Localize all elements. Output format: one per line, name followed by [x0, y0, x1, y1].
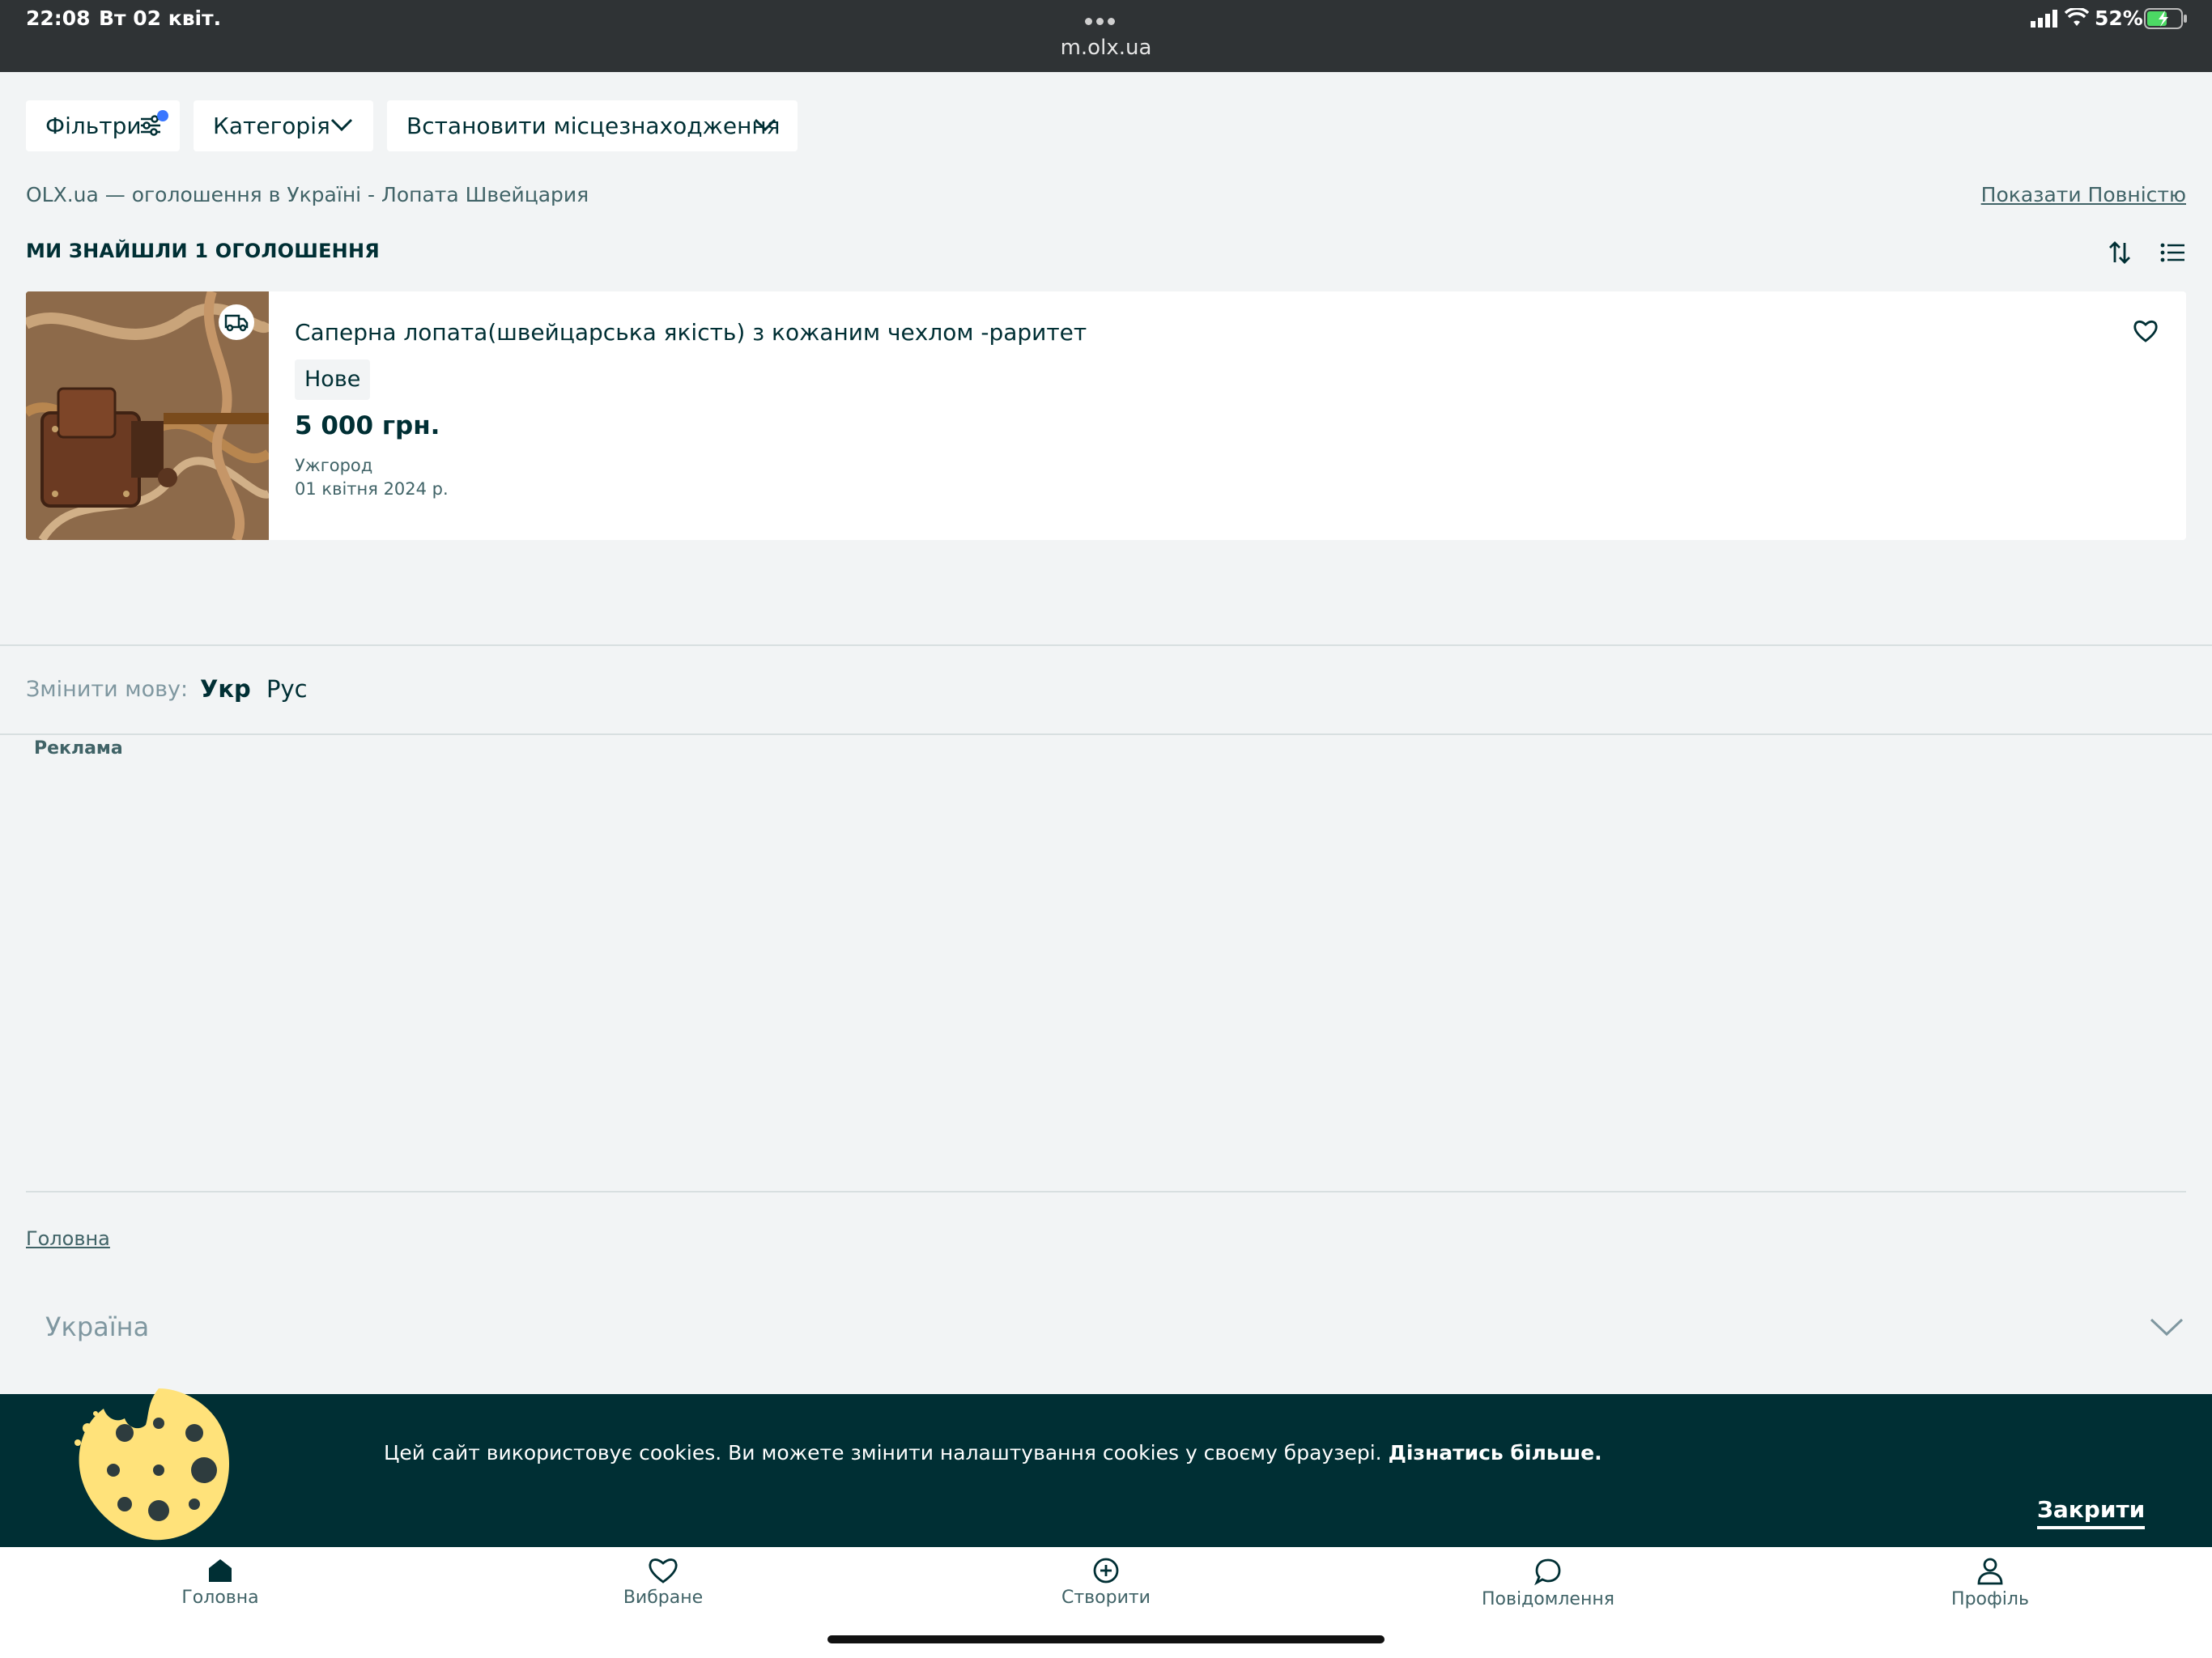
listing-price: 5 000 грн.: [295, 411, 440, 440]
more-dots-icon[interactable]: [1085, 13, 1127, 25]
search-title: OLX.ua — оголошення в Україні - Лопата Ш…: [26, 183, 589, 206]
cookie-banner: Цей сайт використовує cookies. Ви можете…: [0, 1388, 2212, 1547]
listing-city: Ужгород: [295, 456, 373, 475]
nav-profile-label: Профіль: [1951, 1589, 2029, 1609]
section-divider: [0, 644, 2212, 646]
battery-percent: 52%: [2095, 6, 2143, 30]
nav-profile[interactable]: Профіль: [1893, 1557, 2087, 1609]
listing-date: 01 квітня 2024 р.: [295, 479, 449, 499]
results-count: МИ ЗНАЙШЛИ 1 ОГОЛОШЕННЯ: [26, 240, 380, 262]
plus-circle-icon: [1093, 1558, 1119, 1584]
sort-icon[interactable]: [2107, 240, 2133, 266]
nav-home[interactable]: Головна: [123, 1557, 317, 1608]
ad-label: Реклама: [34, 738, 123, 759]
listing-title[interactable]: Саперна лопата(швейцарська якість) з кож…: [295, 319, 1087, 346]
filters-active-badge: [157, 110, 168, 121]
battery-icon: [2144, 8, 2187, 29]
chevron-down-icon[interactable]: [2149, 1315, 2184, 1339]
cookie-text: Цей сайт використовує cookies. Ви можете…: [384, 1441, 1602, 1465]
chat-bubble-icon: [1534, 1558, 1561, 1586]
location-label: Встановити місцезнаходження: [406, 113, 781, 139]
filters-label: Фільтри: [45, 113, 142, 139]
list-view-icon[interactable]: [2160, 241, 2186, 264]
footer-divider: [26, 1191, 2186, 1192]
cookie-learn-more-link[interactable]: Дізнатись більше.: [1389, 1441, 1602, 1465]
wifi-icon: [2065, 8, 2089, 26]
nav-create[interactable]: Створити: [1009, 1557, 1203, 1608]
user-icon: [1977, 1558, 2003, 1585]
address-bar[interactable]: m.olx.ua: [0, 36, 2212, 60]
chevron-down-icon: [754, 118, 776, 132]
condition-tag: Нове: [295, 359, 371, 400]
nav-home-label: Головна: [181, 1588, 259, 1608]
show-full-link[interactable]: Показати Повністю: [1981, 183, 2186, 206]
browser-status-bar: 22:08 Вт 02 квіт. m.olx.ua 52%: [0, 0, 2212, 72]
listing-card[interactable]: Саперна лопата(швейцарська якість) з кож…: [26, 291, 2186, 540]
status-date: Вт 02 квіт.: [99, 6, 222, 30]
language-ru-button[interactable]: Рус: [266, 675, 308, 703]
filters-button[interactable]: Фільтри: [26, 100, 180, 151]
cookie-message: Цей сайт використовує cookies. Ви можете…: [384, 1441, 1382, 1465]
signal-icon: [2031, 10, 2057, 28]
nav-favorites-label: Вибране: [623, 1588, 704, 1608]
country-selector[interactable]: Україна: [45, 1312, 149, 1342]
heart-icon: [649, 1558, 678, 1584]
chevron-down-icon: [330, 118, 353, 132]
nav-messages[interactable]: Повідомлення: [1451, 1557, 1645, 1609]
breadcrumb-home-link[interactable]: Головна: [26, 1227, 110, 1250]
status-time: 22:08: [26, 6, 91, 30]
home-icon: [209, 1559, 232, 1582]
section-divider: [0, 733, 2212, 735]
language-label: Змінити мову:: [26, 677, 189, 702]
location-dropdown[interactable]: Встановити місцезнаходження: [387, 100, 798, 151]
nav-create-label: Створити: [1061, 1588, 1151, 1608]
home-indicator[interactable]: [827, 1635, 1385, 1643]
delivery-truck-icon: [219, 304, 254, 340]
listing-photo[interactable]: [26, 291, 269, 540]
nav-messages-label: Повідомлення: [1482, 1589, 1614, 1609]
category-label: Категорія: [213, 113, 330, 139]
heart-icon[interactable]: [2133, 319, 2159, 343]
nav-favorites[interactable]: Вибране: [566, 1557, 760, 1608]
cookie-close-button[interactable]: Закрити: [2037, 1496, 2146, 1529]
cookie-icon: [74, 1388, 229, 1541]
category-dropdown[interactable]: Категорія: [194, 100, 373, 151]
language-uk-button[interactable]: Укр: [200, 675, 251, 703]
